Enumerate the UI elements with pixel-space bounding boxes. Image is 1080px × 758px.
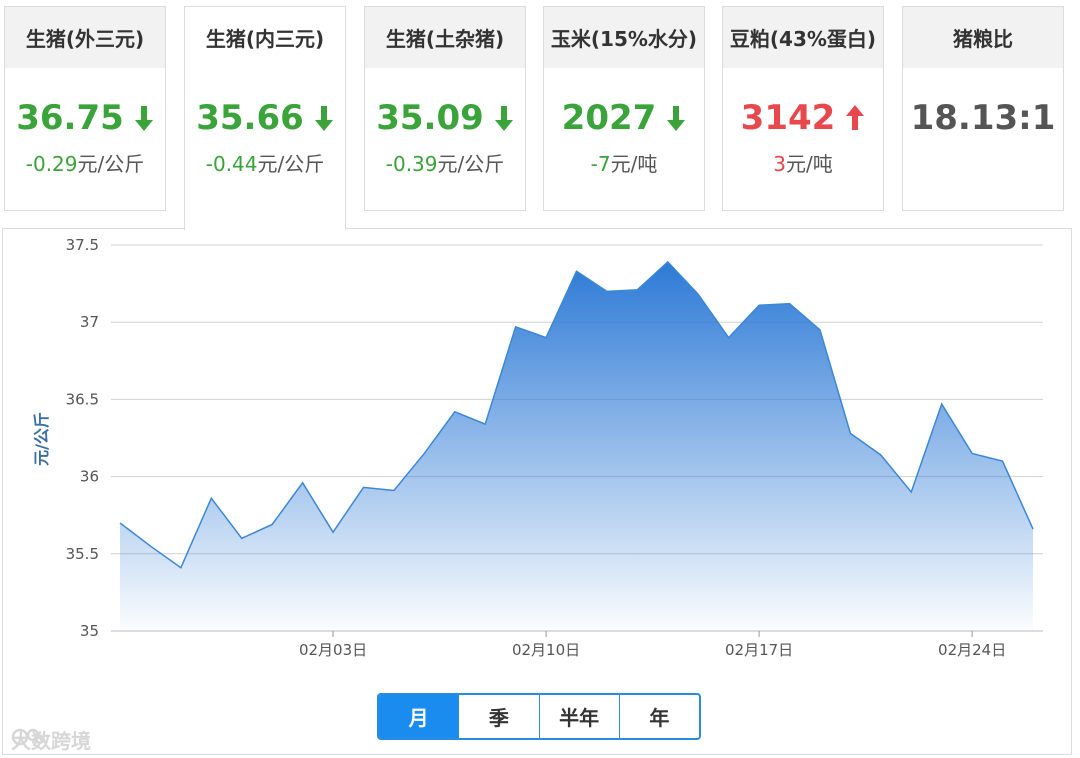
- data-point[interactable]: [330, 529, 336, 535]
- y-tick-label: 35: [80, 622, 99, 640]
- card-change-unit: 元/吨: [785, 152, 833, 176]
- card-change-value: -0.39: [385, 152, 438, 176]
- price-chart: 35 35.5 36 36.5 37 37.5 02月03日 02月10日 02月17日 02月2…: [32, 236, 1043, 659]
- data-point[interactable]: [726, 335, 732, 341]
- data-point[interactable]: [421, 450, 427, 456]
- chart-panel: 35 35.5 36 36.5 37 37.5 02月03日 02月10日 02月17日 02月2…: [2, 228, 1072, 755]
- y-tick-label: 36: [80, 468, 99, 486]
- watermark-logo-icon: [11, 728, 44, 746]
- price-cards: 生猪(外三元) 36.75 -0.29元/公斤 生猪(内三元) 35.66 -0.44元/…: [0, 0, 1080, 230]
- data-point[interactable]: [239, 535, 245, 541]
- arrow-down-icon: [134, 106, 153, 131]
- x-tick-label: 02月24日: [938, 641, 1006, 659]
- data-point[interactable]: [695, 291, 701, 297]
- card-value: 35.09: [376, 98, 484, 138]
- card-value: 2027: [561, 98, 657, 138]
- arrow-down-icon: [667, 106, 686, 131]
- card-change-unit: 元/公斤: [77, 152, 145, 176]
- arrow-up-icon: [846, 105, 865, 130]
- card-value-row: 3142: [723, 98, 883, 138]
- data-point[interactable]: [787, 301, 793, 307]
- card-value: 36.75: [16, 98, 124, 138]
- card-change: 3元/吨: [723, 148, 883, 177]
- period-button-3[interactable]: 半年: [540, 695, 620, 738]
- period-selector: 月季半年年: [377, 693, 701, 740]
- data-point[interactable]: [391, 487, 397, 493]
- card-value-row: 35.09: [365, 98, 525, 138]
- price-card-6[interactable]: 猪粮比 18.13:1: [902, 6, 1064, 211]
- data-point[interactable]: [939, 401, 945, 407]
- data-point[interactable]: [969, 450, 975, 456]
- data-point[interactable]: [178, 565, 184, 571]
- data-point[interactable]: [756, 302, 762, 308]
- card-change-value: -7: [590, 152, 611, 176]
- card-title: 豆粕(43%蛋白): [723, 7, 883, 68]
- card-change: -0.29元/公斤: [5, 148, 165, 177]
- card-value: 18.13:1: [910, 98, 1056, 138]
- card-value-row: 18.13:1: [903, 98, 1063, 138]
- y-axis-label: 元/公斤: [32, 412, 51, 466]
- arrow-down-icon: [314, 106, 333, 131]
- x-tick-label: 02月03日: [299, 641, 367, 659]
- data-point[interactable]: [452, 409, 458, 415]
- card-change-value: -0.44: [205, 152, 258, 176]
- data-point[interactable]: [817, 327, 823, 333]
- card-change: -7元/吨: [544, 148, 704, 177]
- watermark: 大数跨境: [11, 725, 91, 754]
- x-tick-label: 02月10日: [512, 641, 580, 659]
- price-area: [120, 261, 1033, 631]
- price-card-1[interactable]: 生猪(外三元) 36.75 -0.29元/公斤: [4, 6, 166, 211]
- card-title: 生猪(土杂猪): [365, 7, 525, 68]
- card-title: 生猪(外三元): [5, 7, 165, 68]
- x-tick-label: 02月17日: [725, 641, 793, 659]
- card-title: 玉米(15%水分): [544, 7, 704, 68]
- card-value: 35.66: [196, 98, 304, 138]
- data-point[interactable]: [543, 335, 549, 341]
- price-card-2[interactable]: 生猪(内三元) 35.66 -0.44元/公斤: [184, 6, 346, 230]
- price-card-5[interactable]: 豆粕(43%蛋白) 3142 3元/吨: [722, 6, 884, 211]
- data-point[interactable]: [878, 452, 884, 458]
- arrow-down-icon: [494, 106, 513, 131]
- card-value-row: 35.66: [185, 98, 345, 138]
- y-tick-label: 37: [80, 313, 99, 331]
- data-point[interactable]: [269, 521, 275, 527]
- card-change-unit: 元/公斤: [257, 152, 325, 176]
- data-point[interactable]: [513, 324, 519, 330]
- card-change: -0.44元/公斤: [185, 148, 345, 177]
- card-change: -0.39元/公斤: [365, 148, 525, 177]
- card-value-row: 36.75: [5, 98, 165, 138]
- price-card-3[interactable]: 生猪(土杂猪) 35.09 -0.39元/公斤: [364, 6, 526, 211]
- data-point[interactable]: [482, 421, 488, 427]
- data-point[interactable]: [604, 288, 610, 294]
- card-title: 生猪(内三元): [185, 7, 345, 68]
- card-value: 3142: [740, 98, 836, 138]
- data-point[interactable]: [574, 268, 580, 274]
- card-change-value: 3: [773, 152, 786, 176]
- y-tick-label: 36.5: [66, 390, 99, 408]
- data-point[interactable]: [147, 543, 153, 549]
- data-point[interactable]: [1030, 526, 1036, 532]
- y-tick-label: 35.5: [66, 545, 99, 563]
- price-card-4[interactable]: 玉米(15%水分) 2027 -7元/吨: [543, 6, 705, 211]
- card-value-row: 2027: [544, 98, 704, 138]
- data-point[interactable]: [634, 287, 640, 293]
- data-point[interactable]: [300, 480, 306, 486]
- card-change-value: -0.29: [25, 152, 78, 176]
- period-button-4[interactable]: 年: [620, 695, 699, 738]
- y-tick-label: 37.5: [66, 236, 99, 254]
- period-button-1[interactable]: 月: [379, 695, 460, 738]
- data-point[interactable]: [1000, 458, 1006, 464]
- data-point[interactable]: [908, 489, 914, 495]
- data-point[interactable]: [208, 495, 214, 501]
- card-change-unit: 元/公斤: [437, 152, 505, 176]
- data-point[interactable]: [665, 259, 671, 265]
- data-point[interactable]: [360, 484, 366, 490]
- data-point[interactable]: [847, 430, 853, 436]
- card-change-unit: 元/吨: [610, 152, 658, 176]
- card-title: 猪粮比: [903, 7, 1063, 68]
- data-point[interactable]: [117, 520, 123, 526]
- period-button-2[interactable]: 季: [459, 695, 540, 738]
